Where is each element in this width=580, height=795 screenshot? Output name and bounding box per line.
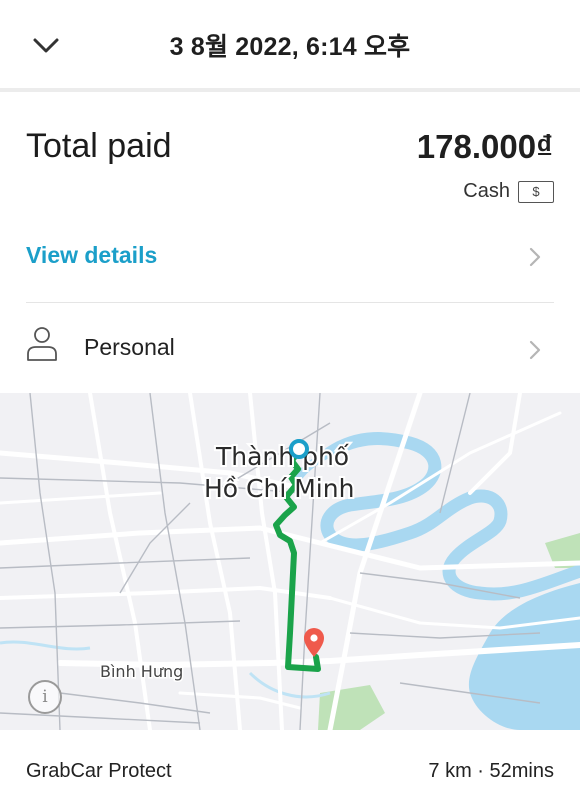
trip-map[interactable]: Thành phố Hồ Chí Minh Bình Hưng i bbox=[0, 393, 580, 730]
profile-selector[interactable]: Personal bbox=[0, 322, 580, 378]
person-icon bbox=[27, 327, 57, 361]
cash-icon: $ bbox=[518, 180, 554, 203]
service-type-label: GrabCar Protect bbox=[26, 760, 172, 782]
view-details-link[interactable]: View details bbox=[26, 242, 157, 269]
payment-summary: Total paid 178.000₫ Cash $ View details … bbox=[0, 92, 580, 392]
header-bar: 3 8월 2022, 6:14 오후 bbox=[0, 0, 580, 92]
chevron-right-icon[interactable] bbox=[528, 246, 542, 268]
map-label-district: Bình Hưng bbox=[100, 662, 183, 681]
pickup-marker-icon bbox=[289, 439, 309, 459]
payment-method-label: Cash bbox=[463, 180, 510, 202]
total-paid-label: Total paid bbox=[26, 127, 172, 165]
profile-label: Personal bbox=[84, 334, 175, 360]
map-canvas: Thành phố Hồ Chí Minh Bình Hưng bbox=[0, 393, 580, 730]
map-label-city-line2: Hồ Chí Minh bbox=[204, 474, 354, 503]
map-info-icon[interactable]: i bbox=[28, 680, 62, 714]
trip-footer: GrabCar Protect 7 km · 52mins bbox=[0, 730, 580, 795]
payment-method: Cash $ bbox=[463, 180, 554, 203]
dropoff-pin-icon bbox=[304, 628, 324, 657]
map-label-city-line1: Thành phố bbox=[215, 442, 350, 471]
page-title: 3 8월 2022, 6:14 오후 bbox=[169, 33, 411, 61]
divider bbox=[26, 302, 554, 303]
chevron-right-icon[interactable] bbox=[528, 339, 542, 361]
total-paid-amount: 178.000₫ bbox=[416, 128, 553, 165]
trip-distance-duration: 7 km · 52mins bbox=[428, 760, 554, 782]
